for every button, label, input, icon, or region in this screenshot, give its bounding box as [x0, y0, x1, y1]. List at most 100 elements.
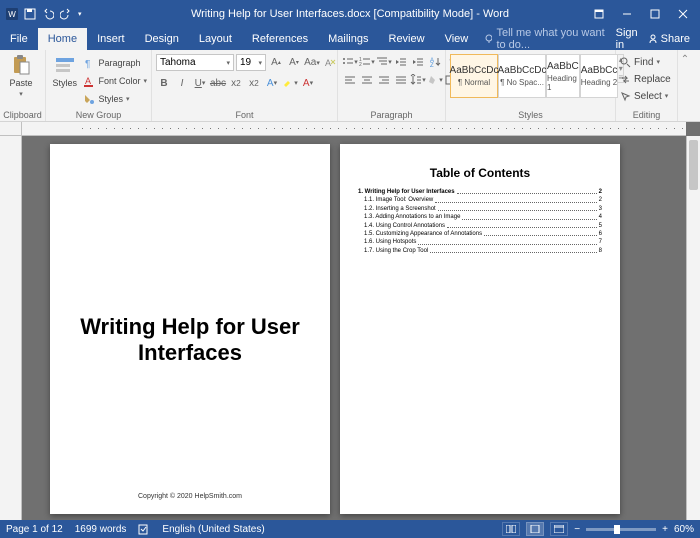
- styles-small-icon: [83, 93, 95, 105]
- zoom-level[interactable]: 60%: [674, 524, 694, 535]
- document-title[interactable]: Writing Help for User Interfaces: [70, 314, 310, 367]
- shrink-font-button[interactable]: A▾: [286, 55, 302, 71]
- grow-font-button[interactable]: A▴: [268, 55, 284, 71]
- paragraph-mini-button[interactable]: ¶Paragraph: [83, 54, 147, 71]
- zoom-in-button[interactable]: +: [662, 524, 668, 535]
- font-name-combo[interactable]: Tahoma▾: [156, 54, 234, 71]
- toc-entry[interactable]: 1.3. Adding Annotations to an Image4: [358, 213, 602, 221]
- view-web-button[interactable]: [550, 522, 568, 536]
- toc-entry[interactable]: 1.4. Using Control Annotations5: [358, 222, 602, 230]
- replace-button[interactable]: Replace: [620, 71, 671, 87]
- toc-heading[interactable]: Table of Contents: [358, 166, 602, 180]
- toc-entry[interactable]: 1.1. Image Tool: Overview2: [358, 196, 602, 204]
- clear-formatting-button[interactable]: A: [322, 55, 338, 71]
- numbering-button[interactable]: 12▾: [359, 54, 375, 70]
- multilevel-button[interactable]: ▾: [376, 54, 392, 70]
- text-effects-button[interactable]: A▾: [264, 75, 280, 91]
- maximize-icon[interactable]: [642, 4, 668, 24]
- signin-link[interactable]: Sign in: [616, 27, 638, 51]
- underline-button[interactable]: U▾: [192, 75, 208, 91]
- page-1[interactable]: Writing Help for User Interfaces Copyrig…: [50, 144, 330, 514]
- style--no-spac-[interactable]: AaBbCcDc¶ No Spac...: [498, 54, 546, 98]
- styles-mini-button[interactable]: Styles▾: [83, 90, 147, 107]
- tab-home[interactable]: Home: [38, 28, 87, 50]
- toc-entry[interactable]: 1.5. Customizing Appearance of Annotatio…: [358, 230, 602, 238]
- ribbon: Paste ▾ Clipboard Styles ¶Paragraph AFon…: [0, 50, 700, 122]
- subscript-button[interactable]: x2: [228, 75, 244, 91]
- ribbon-options-icon[interactable]: [586, 4, 612, 24]
- zoom-out-button[interactable]: −: [574, 524, 580, 535]
- toc-entry[interactable]: 1.7. Using the Crop Tool8: [358, 247, 602, 255]
- search-icon: [620, 57, 631, 68]
- line-spacing-button[interactable]: ▾: [410, 72, 426, 88]
- highlight-button[interactable]: ▾: [282, 75, 298, 91]
- qat-more-icon[interactable]: ▾: [78, 10, 82, 18]
- ruler-corner[interactable]: [0, 122, 22, 136]
- font-size-combo[interactable]: 19▾: [236, 54, 266, 71]
- fontcolor-mini-button[interactable]: AFont Color▾: [83, 72, 147, 89]
- shading-button[interactable]: ▾: [427, 72, 443, 88]
- group-clipboard: Paste ▾ Clipboard: [0, 50, 46, 121]
- justify-button[interactable]: [393, 72, 409, 88]
- status-proofing-icon[interactable]: [138, 523, 150, 535]
- bold-button[interactable]: B: [156, 75, 172, 91]
- tab-mailings[interactable]: Mailings: [318, 28, 378, 50]
- ruler-vertical[interactable]: [0, 136, 22, 520]
- zoom-slider-thumb[interactable]: [614, 525, 620, 534]
- view-print-button[interactable]: [526, 522, 544, 536]
- chevron-down-icon: ▾: [19, 90, 23, 98]
- toc-list[interactable]: 1. Writing Help for User Interfaces21.1.…: [358, 188, 602, 255]
- change-case-button[interactable]: Aa▾: [304, 55, 320, 71]
- toc-entry[interactable]: 1.6. Using Hotspots7: [358, 238, 602, 246]
- tab-design[interactable]: Design: [135, 28, 189, 50]
- status-language[interactable]: English (United States): [162, 524, 264, 535]
- minimize-icon[interactable]: [614, 4, 640, 24]
- close-icon[interactable]: [670, 4, 696, 24]
- toc-entry[interactable]: 1. Writing Help for User Interfaces2: [358, 188, 602, 196]
- select-button[interactable]: Select▾: [620, 88, 671, 104]
- tab-references[interactable]: References: [242, 28, 318, 50]
- paste-button[interactable]: Paste ▾: [4, 54, 38, 98]
- strikethrough-button[interactable]: abc: [210, 75, 226, 91]
- page-2[interactable]: Table of Contents 1. Writing Help for Us…: [340, 144, 620, 514]
- view-read-button[interactable]: [502, 522, 520, 536]
- bullets-button[interactable]: ▾: [342, 54, 358, 70]
- window-controls: [586, 4, 700, 24]
- status-words[interactable]: 1699 words: [75, 524, 127, 535]
- tab-insert[interactable]: Insert: [87, 28, 135, 50]
- redo-icon[interactable]: [60, 8, 72, 20]
- collapse-ribbon-button[interactable]: ⌃: [678, 50, 692, 121]
- italic-button[interactable]: I: [174, 75, 190, 91]
- scrollbar-thumb[interactable]: [689, 140, 698, 190]
- svg-text:W: W: [8, 10, 16, 19]
- tab-layout[interactable]: Layout: [189, 28, 242, 50]
- style--normal[interactable]: AaBbCcDc¶ Normal: [450, 54, 498, 98]
- save-icon[interactable]: [24, 8, 36, 20]
- status-page[interactable]: Page 1 of 12: [6, 524, 63, 535]
- toc-entry[interactable]: 1.2. Inserting a Screenshot3: [358, 205, 602, 213]
- styles-big-button[interactable]: Styles: [50, 54, 79, 88]
- align-center-button[interactable]: [359, 72, 375, 88]
- tab-file[interactable]: File: [0, 28, 38, 50]
- increase-indent-button[interactable]: [410, 54, 426, 70]
- align-right-button[interactable]: [376, 72, 392, 88]
- find-button[interactable]: Find▾: [620, 54, 671, 70]
- ruler-horizontal[interactable]: [22, 122, 686, 136]
- font-color-button[interactable]: A▾: [300, 75, 316, 91]
- tab-view[interactable]: View: [435, 28, 479, 50]
- scrollbar-vertical[interactable]: [686, 136, 700, 520]
- undo-icon[interactable]: [42, 8, 54, 20]
- svg-text:Z: Z: [430, 63, 434, 68]
- decrease-indent-button[interactable]: [393, 54, 409, 70]
- tab-review[interactable]: Review: [379, 28, 435, 50]
- sort-button[interactable]: AZ: [427, 54, 443, 70]
- document-canvas[interactable]: Writing Help for User Interfaces Copyrig…: [22, 136, 686, 520]
- align-left-button[interactable]: [342, 72, 358, 88]
- tell-me[interactable]: Tell me what you want to do...: [484, 28, 615, 50]
- zoom-slider[interactable]: [586, 528, 656, 531]
- superscript-button[interactable]: x2: [246, 75, 262, 91]
- share-button[interactable]: Share: [648, 33, 690, 45]
- style-heading-2[interactable]: AaBbCcHeading 2: [580, 54, 619, 98]
- copyright-text[interactable]: Copyright © 2020 HelpSmith.com: [50, 493, 330, 500]
- style-heading-1[interactable]: AaBbCHeading 1: [546, 54, 580, 98]
